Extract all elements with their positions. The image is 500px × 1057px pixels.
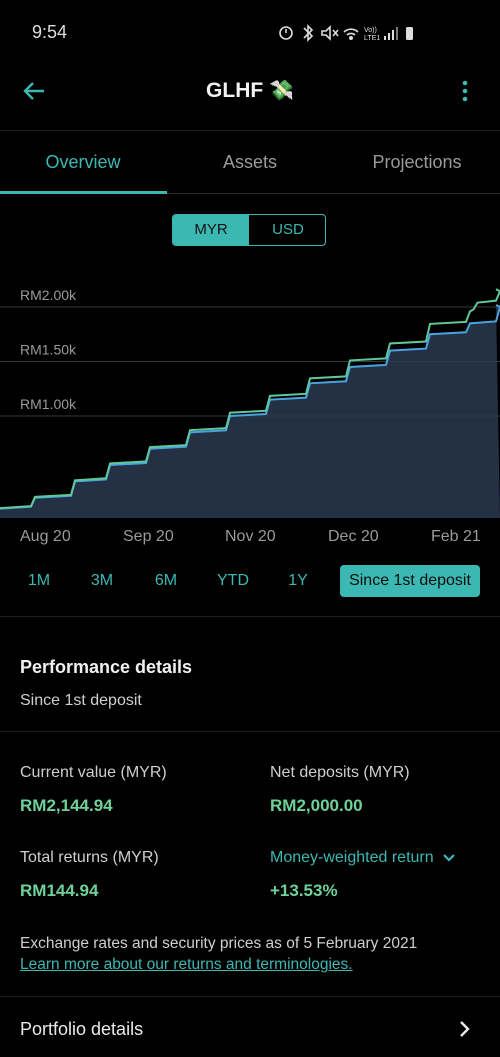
portfolio-details-row[interactable]: Portfolio details (0, 996, 500, 1057)
x-tick-label: Sep 20 (123, 528, 174, 545)
range-1m-button[interactable]: 1M (20, 565, 58, 597)
x-tick-label: Dec 20 (328, 528, 379, 545)
alarm-icon (279, 26, 293, 40)
range-1y-button[interactable]: 1Y (280, 565, 316, 597)
time-range-selector: 1M 3M 6M YTD 1Y Since 1st deposit (0, 565, 500, 597)
current-value-label: Current value (MYR) (20, 764, 167, 781)
total-returns-label: Total returns (MYR) (20, 849, 159, 866)
money-weighted-return-label: Money-weighted return (270, 849, 434, 866)
currency-toggle: MYR USD (172, 214, 326, 246)
active-tab-indicator (0, 191, 167, 194)
portfolio-details-label: Portfolio details (20, 1019, 144, 1039)
battery-icon (406, 27, 413, 40)
y-tick-label: RM1.00k (20, 396, 77, 412)
wifi-icon (343, 28, 359, 41)
x-tick-label: Feb 21 (431, 528, 481, 545)
x-tick-label: Aug 20 (20, 528, 71, 545)
money-weighted-return-dropdown[interactable]: Money-weighted return (270, 849, 456, 867)
divider (0, 616, 500, 617)
bluetooth-icon (303, 24, 314, 42)
chevron-down-icon (443, 853, 455, 862)
total-returns-value: RM144.94 (20, 881, 99, 900)
portfolio-chart: RM2.00k RM1.50k RM1.00k (0, 287, 500, 518)
divider (0, 731, 500, 732)
app-header: GLHF 💸 (0, 62, 500, 131)
performance-subtitle: Since 1st deposit (20, 692, 142, 709)
status-bar: 9:54 Vo)) LTE1 (0, 0, 500, 62)
money-weighted-return-value: +13.53% (270, 881, 338, 900)
range-3m-button[interactable]: 3M (82, 565, 122, 597)
current-value: RM2,144.94 (20, 796, 113, 815)
x-tick-label: Nov 20 (225, 528, 276, 545)
money-emoji-icon: 💸 (269, 80, 294, 102)
tab-projections[interactable]: Projections (334, 131, 500, 193)
tab-bar: Overview Assets Projections (0, 131, 500, 194)
more-options-icon[interactable] (455, 76, 475, 106)
chevron-right-icon (460, 1021, 470, 1037)
signal-icon (384, 27, 398, 40)
svg-text:LTE1: LTE1 (364, 35, 380, 42)
tab-assets[interactable]: Assets (167, 131, 333, 193)
status-time: 9:54 (32, 22, 68, 42)
performance-title: Performance details (20, 657, 193, 677)
currency-usd-button[interactable]: USD (250, 215, 325, 245)
y-tick-label: RM1.50k (20, 342, 77, 358)
range-since-first-deposit-button[interactable]: Since 1st deposit (340, 565, 480, 597)
net-deposits-label: Net deposits (MYR) (270, 764, 410, 781)
range-6m-button[interactable]: 6M (146, 565, 186, 597)
page-title: GLHF 💸 (0, 78, 500, 103)
tab-overview[interactable]: Overview (0, 131, 166, 193)
range-ytd-button[interactable]: YTD (210, 565, 256, 597)
status-icons: Vo)) LTE1 (279, 24, 413, 42)
learn-more-link[interactable]: Learn more about our returns and termino… (20, 956, 353, 974)
lte-icon: Vo)) (364, 27, 377, 34)
page-title-text: GLHF (206, 79, 264, 102)
exchange-rate-note: Exchange rates and security prices as of… (20, 935, 418, 952)
net-deposits-value: RM2,000.00 (270, 796, 363, 815)
y-tick-label: RM2.00k (20, 287, 77, 303)
currency-myr-button[interactable]: MYR (173, 215, 249, 245)
mute-icon (321, 25, 339, 41)
